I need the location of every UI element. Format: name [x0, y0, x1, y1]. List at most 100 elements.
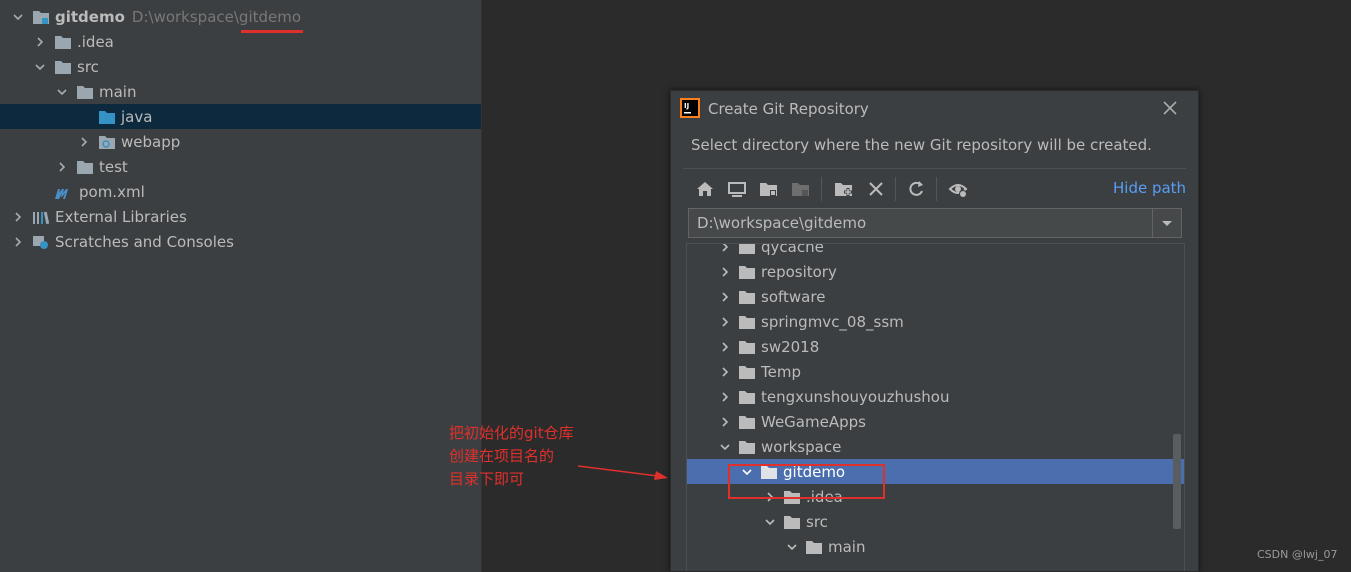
folder-icon	[54, 34, 72, 50]
dir-label: workspace	[761, 437, 842, 456]
intellij-logo-icon: IJ	[680, 98, 700, 118]
folder-icon	[76, 84, 94, 100]
path-input[interactable]	[689, 209, 1151, 237]
tree-item-label: pom.xml	[79, 182, 145, 201]
project-folder-icon[interactable]	[759, 179, 779, 199]
dir-label: repository	[761, 262, 837, 281]
folder-icon	[738, 314, 756, 330]
chevron-right-icon[interactable]	[12, 236, 24, 248]
divider	[683, 168, 1186, 169]
root-project-path: D:\workspace\gitdemo	[131, 7, 302, 26]
svg-text:IJ: IJ	[684, 102, 689, 110]
watermark: CSDN @lwj_07	[1257, 548, 1338, 561]
dir-row-gitdemo[interactable]: gitdemo	[687, 459, 1184, 484]
annotation-text: 把初始化的git仓库 创建在项目名的 目录下即可	[449, 422, 574, 491]
maven-icon	[54, 184, 74, 200]
annotation-line: 创建在项目名的	[449, 447, 555, 465]
close-icon[interactable]	[1161, 99, 1179, 117]
dir-row-src[interactable]: src	[687, 509, 1184, 534]
dir-label: src	[806, 512, 828, 531]
dir-row-wegameapps[interactable]: WeGameApps	[687, 409, 1184, 434]
web-folder-icon	[98, 134, 116, 150]
tree-item-label: java	[121, 107, 153, 126]
chevron-right-icon[interactable]	[719, 244, 731, 253]
chevron-down-icon[interactable]	[741, 466, 753, 478]
tree-row-webapp[interactable]: webapp	[0, 129, 481, 154]
dir-label: software	[761, 287, 826, 306]
hide-path-link[interactable]: Hide path	[1113, 179, 1186, 197]
chevron-right-icon[interactable]	[719, 391, 731, 403]
chevron-right-icon[interactable]	[719, 266, 731, 278]
dir-row-qycache[interactable]: qycache	[687, 244, 1184, 259]
folder-icon	[805, 539, 823, 555]
tree-item-label: .idea	[77, 32, 114, 51]
tree-row-src[interactable]: src	[0, 54, 481, 79]
directory-tree[interactable]: qycache repository software springmvc_08…	[686, 243, 1185, 571]
folder-icon	[738, 244, 756, 255]
chevron-right-icon[interactable]	[719, 416, 731, 428]
dir-label: Temp	[761, 362, 801, 381]
dir-row-idea[interactable]: .idea	[687, 484, 1184, 509]
refresh-icon[interactable]	[906, 179, 926, 199]
show-hidden-icon[interactable]	[948, 179, 968, 199]
folder-icon	[738, 264, 756, 280]
chevron-down-icon[interactable]	[34, 61, 46, 73]
chevron-down-icon[interactable]	[764, 516, 776, 528]
dir-label: sw2018	[761, 337, 820, 356]
chevron-right-icon[interactable]	[719, 316, 731, 328]
dir-row-software[interactable]: software	[687, 284, 1184, 309]
module-folder-icon	[791, 179, 811, 199]
delete-icon[interactable]	[866, 179, 886, 199]
tree-row-pom[interactable]: pom.xml	[0, 179, 481, 204]
chevron-down-icon[interactable]	[786, 541, 798, 553]
annotation-arrow-icon	[578, 465, 668, 480]
tree-row-idea[interactable]: .idea	[0, 29, 481, 54]
toolbar-separator	[936, 177, 937, 201]
tree-row-test[interactable]: test	[0, 154, 481, 179]
toolbar-separator	[895, 177, 896, 201]
dir-label: .idea	[806, 487, 843, 506]
chevron-right-icon[interactable]	[34, 36, 46, 48]
tree-item-label: main	[99, 82, 137, 101]
chevron-down-icon[interactable]	[12, 11, 24, 23]
folder-icon	[738, 289, 756, 305]
folder-icon	[738, 364, 756, 380]
dialog-title: Create Git Repository	[708, 100, 869, 118]
new-folder-icon[interactable]	[834, 179, 854, 199]
dir-row-tengxun[interactable]: tengxunshouyouzhushou	[687, 384, 1184, 409]
root-project-name: gitdemo	[55, 7, 125, 26]
dir-row-workspace[interactable]: workspace	[687, 434, 1184, 459]
dir-row-main[interactable]: main	[687, 534, 1184, 559]
tree-item-label: Scratches and Consoles	[55, 232, 234, 251]
folder-icon	[760, 464, 778, 480]
chevron-down-icon[interactable]	[719, 441, 731, 453]
desktop-icon[interactable]	[727, 179, 747, 199]
tree-row-java[interactable]: java	[0, 104, 481, 129]
source-folder-icon	[98, 109, 116, 125]
dir-row-springmvc[interactable]: springmvc_08_ssm	[687, 309, 1184, 334]
path-combobox[interactable]	[688, 208, 1182, 238]
chevron-right-icon[interactable]	[719, 366, 731, 378]
chevron-right-icon[interactable]	[719, 291, 731, 303]
chevron-right-icon[interactable]	[78, 136, 90, 148]
scrollbar-thumb[interactable]	[1173, 434, 1181, 529]
create-git-repository-dialog: IJ Create Git Repository Select director…	[670, 90, 1199, 572]
dropdown-arrow-icon[interactable]	[1152, 209, 1181, 237]
chevron-right-icon[interactable]	[764, 491, 776, 503]
chevron-down-icon[interactable]	[56, 86, 68, 98]
toolbar-separator	[821, 177, 822, 201]
dir-row-temp[interactable]: Temp	[687, 359, 1184, 384]
dir-row-repository[interactable]: repository	[687, 259, 1184, 284]
tree-row-root[interactable]: gitdemo D:\workspace\gitdemo	[0, 4, 481, 29]
dir-row-sw2018[interactable]: sw2018	[687, 334, 1184, 359]
tree-row-main[interactable]: main	[0, 79, 481, 104]
tree-row-scratches[interactable]: Scratches and Consoles	[0, 229, 481, 254]
chevron-right-icon[interactable]	[56, 161, 68, 173]
chevron-right-icon[interactable]	[12, 211, 24, 223]
tree-row-external-libraries[interactable]: External Libraries	[0, 204, 481, 229]
folder-icon	[783, 489, 801, 505]
home-icon[interactable]	[695, 179, 715, 199]
chevron-right-icon[interactable]	[719, 341, 731, 353]
scratches-icon	[32, 234, 50, 250]
dir-label: springmvc_08_ssm	[761, 312, 904, 331]
